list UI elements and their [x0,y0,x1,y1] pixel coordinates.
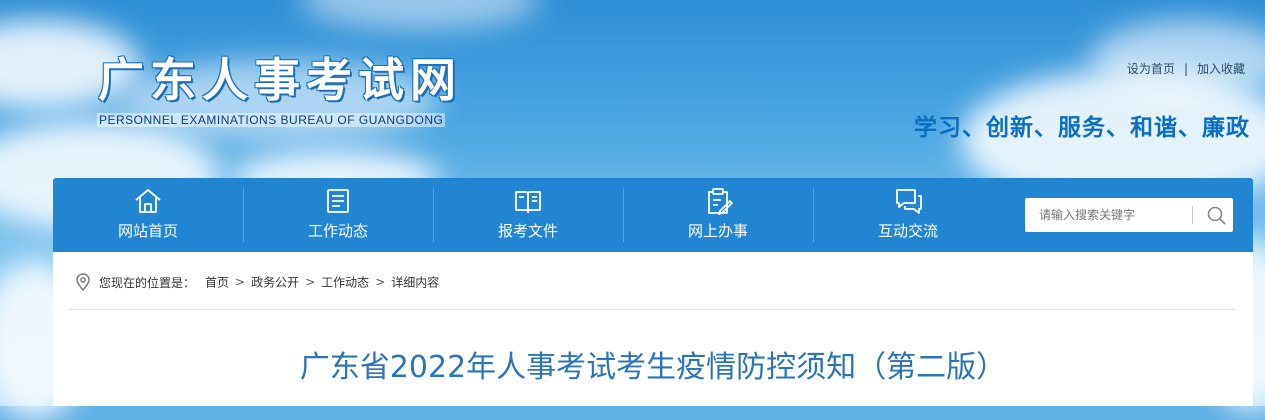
nav-item-exam-documents[interactable]: 报考文件 [433,178,623,252]
nav-item-label: 报考文件 [497,222,558,240]
breadcrumb-item-government-affairs[interactable]: 政务公开 [251,276,299,290]
search-box [1025,198,1233,232]
breadcrumb-separator: > [235,275,246,289]
nav-item-interaction[interactable]: 互动交流 [813,178,1003,252]
site-logo-title[interactable]: 广东人事考试网 [98,44,462,110]
nav-item-home[interactable]: 网站首页 [53,178,243,252]
nav-item-online-services[interactable]: 网上办事 [623,178,813,252]
breadcrumb-item-home[interactable]: 首页 [205,276,229,290]
open-book-icon [515,191,541,213]
top-links: 设为首页 | 加入收藏 [1127,60,1245,77]
content-panel: 您现在的位置是： 首页 > 政务公开 > 工作动态 > 详细内容 广东省2022年人事考试考生… [53,252,1253,406]
breadcrumb-item-work-news[interactable]: 工作动态 [321,276,369,290]
nav-item-label: 工作动态 [307,222,368,240]
site-logo-subtitle: PERSONNEL EXAMINATIONS BUREAU OF GUANGDO… [97,113,446,127]
home-icon [135,189,161,213]
cloud-decoration [300,0,540,30]
nav-item-label: 网站首页 [117,222,178,240]
main-nav-bar: 网站首页 工作动态 报考文件 网上办事 互动交流 [53,178,1253,252]
breadcrumb-item-current: 详细内容 [391,275,440,290]
set-home-link[interactable]: 设为首页 [1127,62,1175,76]
search-input[interactable] [1025,198,1193,232]
site-slogan: 学习、创新、服务、和谐、廉政 [914,115,1250,141]
breadcrumb-prefix: 您现在的位置是： [99,275,196,290]
search-button[interactable] [1199,198,1233,232]
search-icon [1207,206,1226,225]
breadcrumb: 您现在的位置是： 首页 > 政务公开 > 工作动态 > 详细内容 [75,273,439,291]
search-divider [1192,206,1193,224]
article-title: 广东省2022年人事考试考生疫情防控须知（第二版） [299,350,1007,385]
bookmark-link[interactable]: 加入收藏 [1197,62,1245,76]
nav-item-work-news[interactable]: 工作动态 [243,178,433,252]
top-links-separator: | [1183,62,1188,76]
breadcrumb-separator: > [305,275,316,289]
nav-item-label: 网上办事 [687,222,748,240]
chat-bubbles-icon [896,189,922,214]
clipboard-edit-icon [708,188,733,215]
document-list-icon [327,189,349,213]
nav-item-label: 互动交流 [877,222,938,240]
breadcrumb-separator: > [375,275,386,289]
breadcrumb-divider [69,309,1235,310]
location-pin-icon [76,273,90,291]
